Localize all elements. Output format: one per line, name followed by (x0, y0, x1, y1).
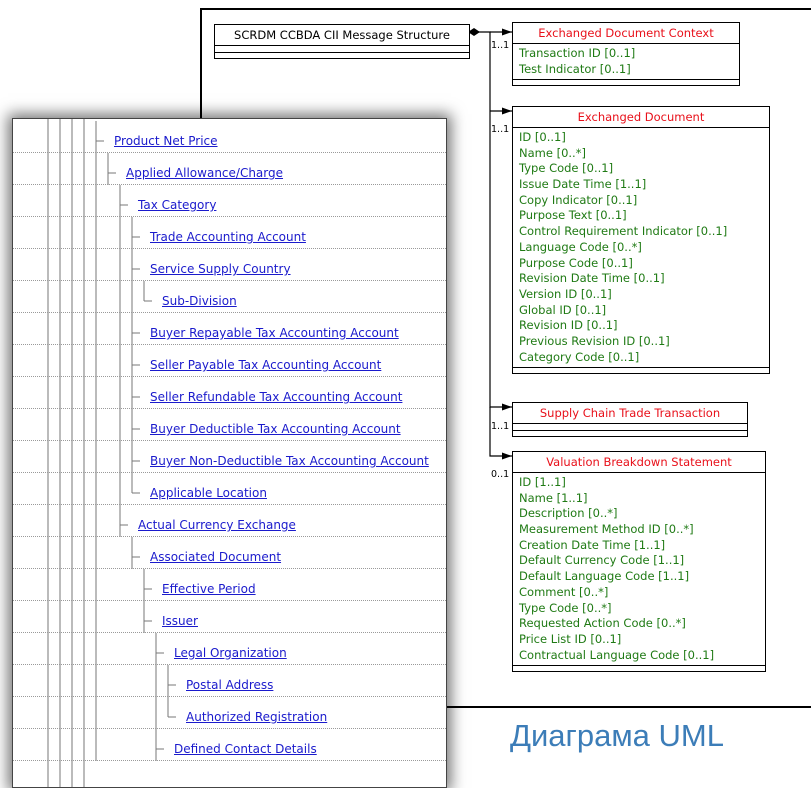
tree-node-link[interactable]: Legal Organization (174, 646, 287, 660)
uml-attribute: Purpose Text [0..1] (519, 208, 627, 223)
tree-row: Associated Document (13, 537, 446, 569)
uml-class-name: SCRDM CCBDA CII Message Structure (215, 25, 469, 46)
tree-node-link[interactable]: Actual Currency Exchange (138, 518, 296, 532)
tree-node-link[interactable]: Associated Document (150, 550, 281, 564)
multiplicity-label: 1..1 (491, 421, 510, 432)
uml-attribute: Test Indicator [0..1] (519, 61, 631, 76)
tree-row: Trade Accounting Account (13, 217, 446, 249)
uml-class-exchanged-document[interactable]: Exchanged Document ID [0..1] Name [0..*]… (512, 106, 770, 375)
tree-node-link[interactable]: Buyer Non-Deductible Tax Accounting Acco… (150, 454, 429, 468)
uml-attribute: Revision ID [0..1] (519, 318, 618, 333)
tree-node-link[interactable]: Defined Contact Details (174, 742, 317, 756)
uml-attribute: Purpose Code [0..1] (519, 255, 633, 270)
tree-node-link[interactable]: Effective Period (162, 582, 256, 596)
uml-attribute: Language Code [0..*] (519, 239, 642, 254)
tree-row: Applicable Location (13, 473, 446, 505)
tree-row: Legal Organization (13, 633, 446, 665)
multiplicity-label: 1..1 (491, 124, 510, 135)
uml-attribute: Transaction ID [0..1] (519, 46, 636, 60)
tree-row: Tax Category (13, 185, 446, 217)
uml-attribute: Comment [0..*] (519, 584, 609, 599)
uml-attribute: Description [0..*] (519, 506, 618, 521)
tree-node-link[interactable]: Service Supply Country (150, 262, 291, 276)
uml-attribute: Control Requirement Indicator [0..1] (519, 224, 728, 239)
uml-attribute: Copy Indicator [0..1] (519, 192, 638, 207)
tree-row: Authorized Registration (13, 697, 446, 729)
tree-row: Buyer Deductible Tax Accounting Account (13, 409, 446, 441)
tree-row: Seller Refundable Tax Accounting Account (13, 377, 446, 409)
tree-node-link[interactable]: Applied Allowance/Charge (126, 166, 283, 180)
tree-node-link[interactable]: Buyer Repayable Tax Accounting Account (150, 326, 399, 340)
tree-row: Product Net Price (13, 121, 446, 153)
tree-node-link[interactable]: Trade Accounting Account (150, 230, 306, 244)
tree-node-link[interactable]: Tax Category (138, 198, 216, 212)
uml-attribute: Type Code [0..*] (519, 600, 612, 615)
tree-row: Service Supply Country (13, 249, 446, 281)
tree-row: Defined Contact Details (13, 729, 446, 761)
tree-row: Effective Period (13, 569, 446, 601)
message-structure-tree: Product Net Price Applied Allowance/Charg… (12, 118, 447, 788)
uml-attribute: Issue Date Time [1..1] (519, 177, 647, 192)
uml-attribute: ID [0..1] (519, 130, 566, 144)
uml-attribute: Version ID [0..1] (519, 286, 612, 301)
diagram-caption: Диаграма UML (510, 718, 724, 753)
uml-class-supply-chain-trade-transaction[interactable]: Supply Chain Trade Transaction (512, 402, 748, 437)
uml-attribute: Default Language Code [1..1] (519, 569, 690, 584)
tree-node-link[interactable]: Product Net Price (114, 134, 218, 148)
uml-attribute: Creation Date Time [1..1] (519, 537, 666, 552)
tree-row: Applied Allowance/Charge (13, 153, 446, 185)
uml-attribute: Requested Action Code [0..*] (519, 616, 686, 631)
uml-attribute-list: ID [1..1] Name [1..1] Description [0..*]… (513, 473, 765, 667)
uml-attribute: Name [1..1] (519, 490, 588, 505)
uml-attribute-list: Transaction ID [0..1] Test Indicator [0.… (513, 44, 739, 81)
uml-attribute: Measurement Method ID [0..*] (519, 522, 694, 537)
multiplicity-label: 0..1 (491, 469, 510, 480)
uml-class-name: Valuation Breakdown Statement (513, 452, 765, 473)
tree-node-link[interactable]: Seller Payable Tax Accounting Account (150, 358, 381, 372)
tree-node-link[interactable]: Seller Refundable Tax Accounting Account (150, 390, 402, 404)
tree-row: Sub-Division (13, 281, 446, 313)
uml-attribute: Price List ID [0..1] (519, 631, 622, 646)
uml-class-message-structure[interactable]: SCRDM CCBDA CII Message Structure (214, 24, 470, 59)
tree-row: Buyer Repayable Tax Accounting Account (13, 313, 446, 345)
uml-class-name: Supply Chain Trade Transaction (513, 403, 747, 424)
uml-class-exchanged-document-context[interactable]: Exchanged Document Context Transaction I… (512, 22, 740, 87)
tree-node-link[interactable]: Buyer Deductible Tax Accounting Account (150, 422, 401, 436)
uml-attribute: Category Code [0..1] (519, 349, 640, 364)
uml-attribute-list: ID [0..1] Name [0..*] Type Code [0..1] I… (513, 128, 769, 369)
tree-row: Postal Address (13, 665, 446, 697)
uml-class-name: Exchanged Document (513, 107, 769, 128)
uml-attribute: Global ID [0..1] (519, 302, 607, 317)
tree-node-link[interactable]: Postal Address (186, 678, 273, 692)
tree-row: Issuer (13, 601, 446, 633)
uml-attribute: Default Currency Code [1..1] (519, 553, 685, 568)
uml-attribute: Revision Date Time [0..1] (519, 271, 665, 286)
multiplicity-label: 1..1 (491, 40, 510, 51)
tree-node-link[interactable]: Issuer (162, 614, 198, 628)
tree-node-link[interactable]: Authorized Registration (186, 710, 327, 724)
uml-class-valuation-breakdown-statement[interactable]: Valuation Breakdown Statement ID [1..1] … (512, 451, 766, 673)
tree-row: Seller Payable Tax Accounting Account (13, 345, 446, 377)
uml-attribute: Type Code [0..1] (519, 161, 614, 176)
tree-node-link[interactable]: Sub-Division (162, 294, 237, 308)
uml-class-name: Exchanged Document Context (513, 23, 739, 44)
uml-attribute: Previous Revision ID [0..1] (519, 333, 670, 348)
uml-attribute: ID [1..1] (519, 475, 566, 489)
tree-row: Actual Currency Exchange (13, 505, 446, 537)
uml-attribute: Contractual Language Code [0..1] (519, 647, 715, 662)
tree-row: Buyer Non-Deductible Tax Accounting Acco… (13, 441, 446, 473)
uml-attribute: Name [0..*] (519, 145, 586, 160)
tree-node-link[interactable]: Applicable Location (150, 486, 267, 500)
